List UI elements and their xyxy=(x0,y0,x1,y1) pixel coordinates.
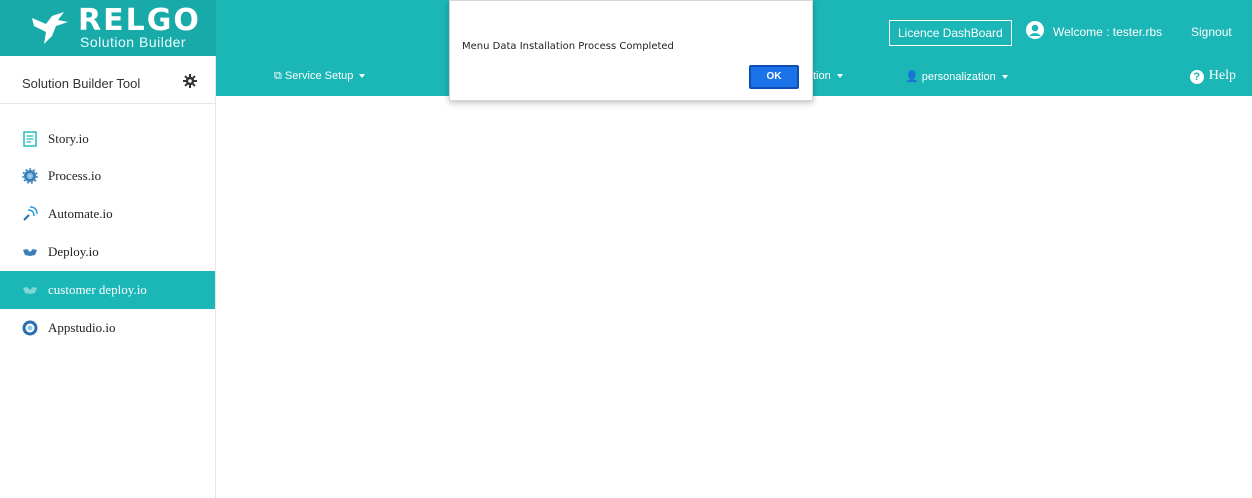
sidebar-item-label: Automate.io xyxy=(48,206,113,221)
alert-dialog: Menu Data Installation Process Completed… xyxy=(449,0,813,101)
sidebar-item-label: Appstudio.io xyxy=(48,320,116,335)
nav-hidden-item[interactable]: tion xyxy=(813,70,843,82)
sidebar-item-label: Process.io xyxy=(48,168,102,183)
sidebar-item-deploy[interactable]: Deploy.io xyxy=(0,233,215,271)
help-label: Help xyxy=(1208,68,1236,83)
sidebar: Story.io Process.io Automate.io Deploy.i… xyxy=(0,104,216,498)
handshake-icon xyxy=(23,287,37,294)
nav-service-setup-label: Service Setup xyxy=(284,70,354,82)
chevron-down-icon xyxy=(1001,75,1008,80)
ring-icon xyxy=(22,320,38,336)
brand-subtitle: Solution Builder xyxy=(80,34,187,50)
person-icon: 👤 xyxy=(905,71,919,83)
process-gear-icon xyxy=(22,168,38,184)
ok-button[interactable]: OK xyxy=(749,65,799,89)
nav-personalization[interactable]: 👤 personalization xyxy=(905,70,1008,83)
satellite-icon xyxy=(23,206,38,221)
service-setup-icon: ⧉ xyxy=(274,70,282,82)
tool-title: Solution Builder Tool xyxy=(22,76,141,91)
chevron-down-icon xyxy=(359,74,366,79)
help-link[interactable]: ? Help xyxy=(1189,68,1236,84)
dialog-message: Menu Data Installation Process Completed xyxy=(462,41,674,52)
gear-icon[interactable] xyxy=(183,74,197,88)
hummingbird-logo-icon xyxy=(32,12,68,44)
nav-personalization-label: personalization xyxy=(921,71,996,83)
nav-service-setup[interactable]: ⧉ Service Setup xyxy=(274,70,366,83)
sidebar-item-story[interactable]: Story.io xyxy=(0,120,215,158)
help-icon: ? xyxy=(1189,70,1204,84)
tool-header: Solution Builder Tool xyxy=(0,56,216,104)
sidebar-item-automate[interactable]: Automate.io xyxy=(0,195,215,233)
user-avatar-icon[interactable] xyxy=(1025,20,1045,40)
welcome-text: Welcome : tester.rbs xyxy=(1053,25,1163,39)
nav-hidden-item-label: tion xyxy=(813,70,831,82)
sidebar-item-appstudio[interactable]: Appstudio.io xyxy=(0,309,215,347)
sidebar-item-label: customer deploy.io xyxy=(48,282,147,297)
signout-link[interactable]: Signout xyxy=(1191,25,1232,39)
sidebar-item-customer-deploy[interactable]: customer deploy.io xyxy=(0,271,215,309)
document-icon xyxy=(23,131,37,147)
sidebar-item-label: Deploy.io xyxy=(48,244,99,259)
sidebar-item-process[interactable]: Process.io xyxy=(0,157,215,195)
brand-title: RELGO xyxy=(78,3,201,38)
brand-logo[interactable]: RELGO Solution Builder xyxy=(0,0,216,56)
sidebar-item-label: Story.io xyxy=(48,131,89,146)
chevron-down-icon xyxy=(836,74,843,79)
licence-dashboard-button[interactable]: Licence DashBoard xyxy=(889,20,1012,46)
handshake-icon xyxy=(23,249,37,256)
